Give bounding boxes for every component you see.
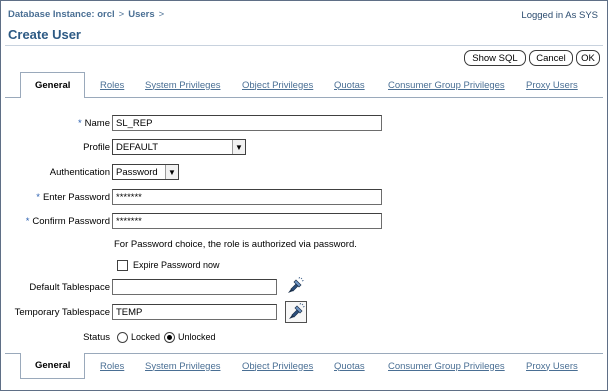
confirm-password-field[interactable]: ******* xyxy=(112,213,382,229)
default-tablespace-input[interactable] xyxy=(112,279,277,295)
name-input[interactable] xyxy=(112,115,382,131)
temporary-tablespace-input[interactable] xyxy=(112,304,277,320)
tab-roles[interactable]: Roles xyxy=(100,73,124,97)
tab-bar-bottom: General Roles System Privileges Object P… xyxy=(5,353,603,379)
status-radio-group: Locked Unlocked xyxy=(117,331,216,343)
action-buttons: Show SQL Cancel OK xyxy=(464,50,600,66)
ok-button[interactable]: OK xyxy=(576,50,600,66)
breadcrumb-database-instance[interactable]: Database Instance: orcl xyxy=(8,9,115,20)
required-marker: * xyxy=(77,117,82,129)
show-sql-button[interactable]: Show SQL xyxy=(464,50,526,66)
page-title: Create User xyxy=(8,27,81,42)
name-row: * Name xyxy=(0,114,608,132)
tab-consumer-group-privileges[interactable]: Consumer Group Privileges xyxy=(388,73,505,97)
tab-system-privileges[interactable]: System Privileges xyxy=(145,354,221,378)
required-marker: * xyxy=(25,215,30,227)
authentication-label: Authentication xyxy=(49,166,110,178)
flashlight-search-icon[interactable] xyxy=(285,301,307,323)
name-label: * Name xyxy=(78,118,110,129)
tab-proxy-users[interactable]: Proxy Users xyxy=(526,73,578,97)
breadcrumb-separator: > xyxy=(118,9,125,20)
tab-proxy-users[interactable]: Proxy Users xyxy=(526,354,578,378)
profile-select[interactable]: DEFAULT ▼ xyxy=(112,139,246,155)
status-locked-radio[interactable] xyxy=(117,331,128,343)
flashlight-search-icon-graphic xyxy=(288,277,304,293)
profile-select-value: DEFAULT xyxy=(116,141,159,153)
enter-password-label: * Enter Password xyxy=(36,192,110,203)
tab-roles[interactable]: Roles xyxy=(100,354,124,378)
breadcrumb-separator: > xyxy=(158,9,165,20)
authentication-select[interactable]: Password ▼ xyxy=(112,164,179,180)
tab-object-privileges[interactable]: Object Privileges xyxy=(242,73,313,97)
status-label: Status xyxy=(83,331,110,343)
expire-password-checkbox[interactable] xyxy=(117,259,128,271)
status-unlocked-label: Unlocked xyxy=(178,332,216,342)
authentication-select-value: Password xyxy=(116,166,158,178)
tab-system-privileges[interactable]: System Privileges xyxy=(145,73,221,97)
default-tablespace-label: Default Tablespace xyxy=(29,281,110,293)
flashlight-search-icon-graphic xyxy=(289,303,305,319)
tab-quotas[interactable]: Quotas xyxy=(334,73,365,97)
enter-password-label-text: Enter Password xyxy=(42,191,110,203)
password-hint: For Password choice, the role is authori… xyxy=(114,239,357,250)
breadcrumb-users[interactable]: Users xyxy=(128,9,154,20)
enter-password-row: * Enter Password ******* xyxy=(0,188,608,206)
name-label-text: Name xyxy=(84,117,110,129)
breadcrumb: Database Instance: orcl > Users > xyxy=(8,9,168,20)
required-marker: * xyxy=(36,191,40,203)
tab-general[interactable]: General xyxy=(20,353,86,379)
enter-password-field[interactable]: ******* xyxy=(112,189,382,205)
temporary-tablespace-label: Temporary Tablespace xyxy=(14,306,110,318)
profile-row: Profile DEFAULT ▼ xyxy=(0,138,608,156)
status-locked-label: Locked xyxy=(131,332,161,342)
login-status: Logged in As SYS xyxy=(521,10,598,21)
tab-consumer-group-privileges[interactable]: Consumer Group Privileges xyxy=(388,354,505,378)
tab-object-privileges[interactable]: Object Privileges xyxy=(242,354,313,378)
cancel-button[interactable]: Cancel xyxy=(529,50,573,66)
chevron-down-icon[interactable]: ▼ xyxy=(232,140,245,154)
title-divider xyxy=(5,45,603,46)
chevron-down-icon[interactable]: ▼ xyxy=(165,165,178,179)
authentication-row: Authentication Password ▼ xyxy=(0,163,608,181)
confirm-password-label-text: Confirm Password xyxy=(32,215,110,227)
status-row: Status Locked Unlocked xyxy=(0,328,608,346)
tab-general[interactable]: General xyxy=(20,72,86,98)
profile-label: Profile xyxy=(83,141,110,153)
expire-password-label: Expire Password now xyxy=(133,260,220,270)
confirm-password-label: * Confirm Password xyxy=(26,216,110,227)
status-unlocked-radio[interactable] xyxy=(164,331,176,343)
flashlight-search-icon[interactable] xyxy=(285,276,305,296)
confirm-password-row: * Confirm Password ******* xyxy=(0,212,608,230)
tab-quotas[interactable]: Quotas xyxy=(334,354,365,378)
expire-password-row: Expire Password now xyxy=(117,256,220,274)
tab-bar-top: General Roles System Privileges Object P… xyxy=(5,72,603,98)
